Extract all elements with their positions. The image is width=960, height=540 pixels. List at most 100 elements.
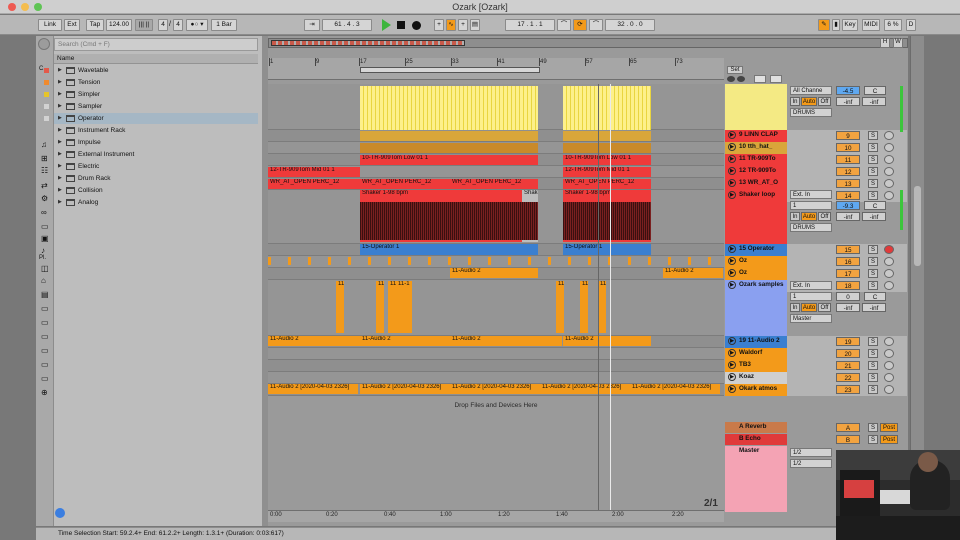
midi-effects-icon[interactable]: ⚙ xyxy=(41,194,48,203)
clip-marker[interactable] xyxy=(308,257,311,265)
instruments-icon[interactable]: ☷ xyxy=(41,166,48,175)
browser-item[interactable]: ▶ Simpler xyxy=(54,89,258,100)
max-for-live-icon[interactable]: ∞ xyxy=(41,208,47,217)
expand-triangle-icon[interactable]: ▶ xyxy=(58,161,62,172)
track-lane[interactable] xyxy=(268,348,724,360)
track-volume-field[interactable]: 0 xyxy=(836,292,860,301)
browser-item[interactable]: ▶ Collision xyxy=(54,185,258,196)
overview-visible-region[interactable] xyxy=(271,40,465,46)
arm-button[interactable] xyxy=(884,373,894,382)
clip[interactable]: 11-Audio 2 xyxy=(360,336,450,346)
track-color-block[interactable] xyxy=(725,84,787,130)
clip-marker[interactable] xyxy=(588,257,591,265)
clip-marker[interactable] xyxy=(628,257,631,265)
track-header[interactable]: ▶ 11 TR-909To xyxy=(725,154,787,166)
clip[interactable]: 11-Audio 2 xyxy=(450,268,538,278)
color-tag[interactable] xyxy=(44,104,49,109)
clip[interactable]: 12-TR-909Tom Mid 01 1 xyxy=(563,167,651,177)
ext-sync-button[interactable]: Ext xyxy=(64,19,80,31)
clip-marker[interactable] xyxy=(648,257,651,265)
clip[interactable]: 11-Audio 2 xyxy=(450,336,562,346)
scrollbar-thumb[interactable] xyxy=(914,186,921,266)
track-fold-icon[interactable]: ▶ xyxy=(728,191,736,199)
monitor-auto-button[interactable]: Auto xyxy=(801,212,817,221)
track-number-button[interactable]: 11 xyxy=(836,155,860,164)
solo-button[interactable]: S xyxy=(868,361,878,370)
packs-icon[interactable]: ◫ xyxy=(41,264,49,273)
track-lane[interactable] xyxy=(268,372,724,384)
time-sig-numerator[interactable]: 4 xyxy=(158,19,168,31)
link-button[interactable]: Link xyxy=(38,19,62,31)
loop-length-field[interactable]: 32 . 0 . 0 xyxy=(605,19,655,31)
track-fold-icon[interactable]: ▶ xyxy=(728,143,736,151)
track-number-button[interactable]: 22 xyxy=(836,373,860,382)
track-header[interactable]: ▶ 13 WR_AT_O xyxy=(725,178,787,190)
clip-marker[interactable] xyxy=(348,257,351,265)
expand-triangle-icon[interactable]: ▶ xyxy=(58,185,62,196)
solo-button[interactable]: S xyxy=(868,269,878,278)
time-sig-denominator[interactable]: 4 xyxy=(173,19,183,31)
track-number-button[interactable]: 20 xyxy=(836,349,860,358)
clip-marker[interactable] xyxy=(528,257,531,265)
clip-marker[interactable] xyxy=(708,257,711,265)
punch-in-button[interactable]: + xyxy=(458,19,468,31)
clip[interactable]: 15-Operator 1 xyxy=(563,244,651,255)
track-fold-icon[interactable]: ▶ xyxy=(728,167,736,175)
input-type-select[interactable]: All Channe xyxy=(790,86,832,95)
user-library-icon[interactable]: ⌂ xyxy=(41,276,46,285)
arm-button[interactable] xyxy=(884,269,894,278)
clip[interactable]: WR_AT_OPEN PERC_12 xyxy=(268,179,360,189)
expand-triangle-icon[interactable]: ▶ xyxy=(58,173,62,184)
sample-clip[interactable]: 11-1 xyxy=(388,281,396,333)
track-header[interactable]: ▶ Oz xyxy=(725,268,787,280)
clip[interactable]: 11-Audio 2 xyxy=(268,336,360,346)
track-header[interactable]: ▶ Okark atmos xyxy=(725,384,787,396)
track-header[interactable]: ▶ TB3 xyxy=(725,360,787,372)
sounds-icon[interactable]: ♫ xyxy=(41,140,47,149)
browser-item[interactable]: ▶ Operator xyxy=(54,113,258,124)
expand-triangle-icon[interactable]: ▶ xyxy=(58,125,62,136)
sample-clip[interactable]: 11-1 xyxy=(556,281,564,333)
track-header[interactable]: ▶ Shaker loop xyxy=(725,190,787,244)
clip[interactable]: 11-Audio 2 [2020-04-03 2326] xyxy=(450,384,540,394)
solo-button[interactable]: S xyxy=(868,245,878,254)
monitor-in-button[interactable]: In xyxy=(790,303,800,312)
monitor-off-button[interactable]: Off xyxy=(818,212,831,221)
track-number-button[interactable]: 9 xyxy=(836,131,860,140)
master-output-select[interactable]: 1/2 xyxy=(790,448,832,457)
arm-button[interactable] xyxy=(884,245,894,254)
arm-button[interactable] xyxy=(884,155,894,164)
track-volume-field[interactable]: -9.3 xyxy=(836,201,860,210)
color-tag[interactable] xyxy=(44,116,49,121)
monitor-off-button[interactable]: Off xyxy=(818,97,831,106)
folder-icon[interactable]: ▭ xyxy=(41,332,49,341)
output-select[interactable]: DRUMS xyxy=(790,223,832,232)
clip-marker[interactable] xyxy=(408,257,411,265)
sample-clip[interactable]: 11-1 xyxy=(598,281,606,333)
track-header[interactable]: ▶ 19 11-Audio 2 xyxy=(725,336,787,348)
arm-button[interactable] xyxy=(884,167,894,176)
current-project-icon[interactable]: ▤ xyxy=(41,290,49,299)
clip-marker[interactable] xyxy=(688,257,691,265)
track-header[interactable]: ▶ Ozark samples xyxy=(725,280,787,336)
track-fold-icon[interactable]: ▶ xyxy=(728,281,736,289)
solo-button[interactable]: S xyxy=(868,385,878,394)
clips-icon[interactable]: ▣ xyxy=(41,234,49,243)
punch-out-toggle[interactable]: ⌒ xyxy=(589,19,603,31)
solo-button[interactable]: S xyxy=(868,191,878,200)
set-locator-button[interactable]: Set xyxy=(727,66,743,74)
solo-button[interactable]: S xyxy=(868,155,878,164)
track-fold-icon[interactable]: ▶ xyxy=(728,155,736,163)
arm-button[interactable] xyxy=(884,385,894,394)
punch-in-toggle[interactable]: ⌒ xyxy=(557,19,571,31)
midi-clip[interactable] xyxy=(360,86,538,130)
browser-item[interactable]: ▶ Drum Rack xyxy=(54,173,258,184)
track-fold-icon[interactable]: ▶ xyxy=(728,373,736,381)
post-send-button[interactable]: Post xyxy=(880,435,898,444)
tap-tempo-button[interactable]: Tap xyxy=(86,19,104,31)
track-header[interactable]: ▶ Oz xyxy=(725,256,787,268)
play-button[interactable] xyxy=(382,19,391,31)
clip-marker[interactable] xyxy=(448,257,451,265)
clip-marker[interactable] xyxy=(548,257,551,265)
sample-clip[interactable]: 11-1 xyxy=(336,281,344,333)
